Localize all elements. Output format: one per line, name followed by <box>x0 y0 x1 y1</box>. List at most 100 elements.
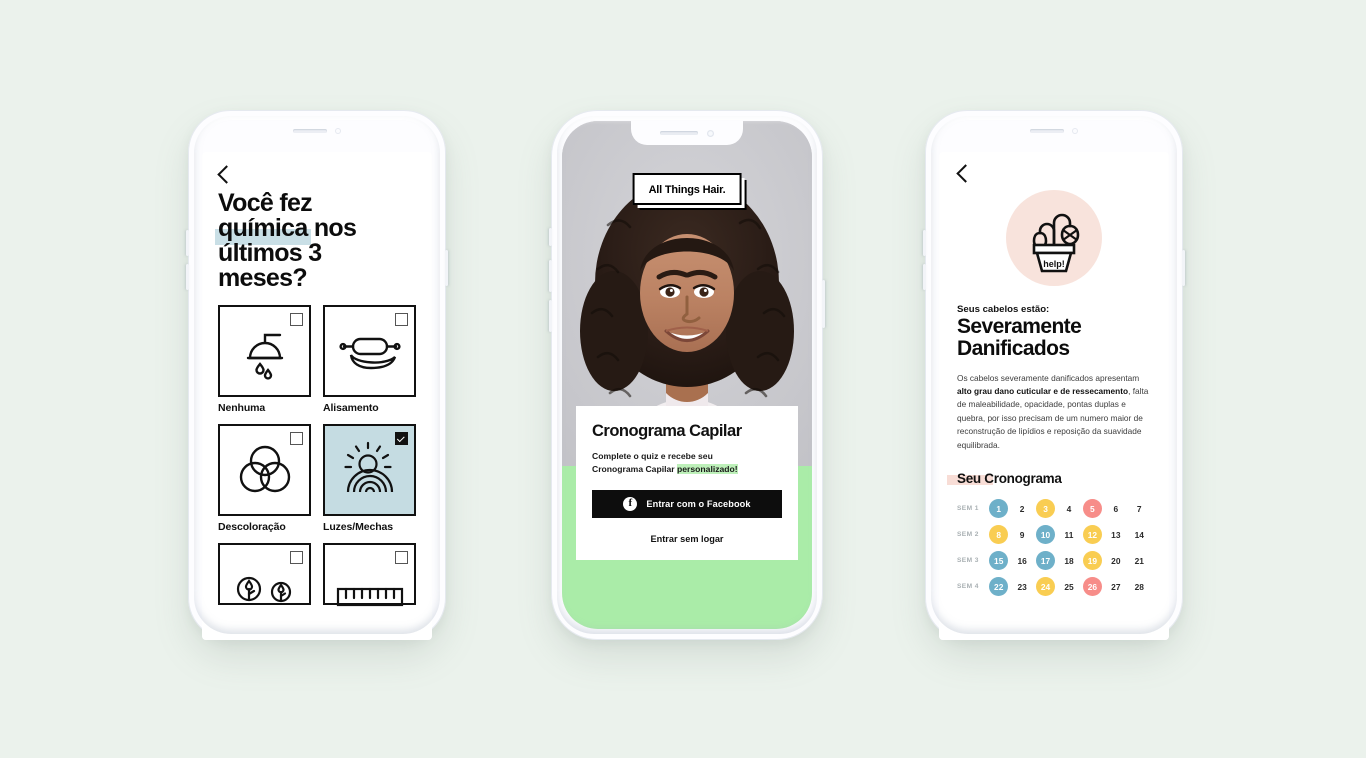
calendar-day[interactable]: 19 <box>1081 551 1104 571</box>
result-body: Os cabelos severamente danificados apres… <box>957 372 1151 453</box>
option-box[interactable] <box>323 543 416 607</box>
facebook-icon: f <box>623 496 638 511</box>
calendar-day[interactable]: 14 <box>1128 525 1151 544</box>
power-button[interactable] <box>445 250 448 286</box>
option-box[interactable] <box>218 305 311 397</box>
option-checkbox[interactable] <box>290 313 303 326</box>
option-card-partial-2[interactable] <box>323 543 416 607</box>
option-label: Luzes/Mechas <box>323 521 393 533</box>
calendar-day[interactable]: 24 <box>1034 577 1057 597</box>
option-checkbox[interactable] <box>290 432 303 445</box>
calendar-day[interactable]: 21 <box>1128 551 1151 570</box>
calendar-day[interactable]: 16 <box>1010 551 1033 570</box>
calendar-day[interactable]: 6 <box>1104 499 1127 518</box>
result-title-line-1: Severamente <box>957 315 1082 338</box>
calendar-day[interactable]: 12 <box>1081 525 1104 545</box>
calendar-day[interactable]: 25 <box>1057 577 1080 596</box>
result-screen: help! Seus cabelos estão: Severamente Da… <box>939 152 1169 640</box>
calendar-day-marked[interactable]: 22 <box>989 577 1009 597</box>
power-button[interactable] <box>822 280 825 328</box>
option-card-nenhuma[interactable]: Nenhuma <box>218 305 311 414</box>
calendar-day[interactable]: 28 <box>1128 577 1151 596</box>
back-chevron-icon[interactable] <box>956 164 975 183</box>
calendar-day[interactable]: 11 <box>1057 525 1080 544</box>
calendar-day-marked[interactable]: 10 <box>1036 525 1056 545</box>
option-box-selected[interactable] <box>323 424 416 516</box>
facebook-login-button[interactable]: f Entrar com o Facebook <box>592 489 782 518</box>
calendar-week-row: SEM 2 8 9 10 11 12 13 14 <box>957 525 1151 545</box>
calendar-day[interactable]: 17 <box>1034 551 1057 571</box>
calendar-day-marked[interactable]: 8 <box>989 525 1009 545</box>
app-logo-text: All Things Hair. <box>648 184 726 196</box>
calendar-days: 8 9 10 11 12 13 14 <box>987 525 1151 545</box>
calendar-day[interactable]: 7 <box>1128 499 1151 518</box>
calendar-day[interactable]: 13 <box>1104 525 1127 544</box>
subtitle-line-2b-highlight: personalizado! <box>677 464 738 475</box>
title-line-1: Você fez <box>218 189 313 217</box>
calendar-week-row: SEM 1 1234567 <box>957 499 1151 519</box>
option-checkbox[interactable] <box>290 551 303 564</box>
calendar-days: 1234567 <box>987 499 1151 519</box>
option-card-partial-1[interactable] <box>218 543 311 605</box>
calendar-day[interactable]: 2 <box>1010 499 1033 518</box>
option-card-alisamento[interactable]: Alisamento <box>323 305 416 414</box>
calendar-day[interactable]: 8 <box>987 525 1010 545</box>
volume-up-button[interactable] <box>549 260 552 292</box>
calendar-day-marked[interactable]: 24 <box>1036 577 1056 597</box>
calendar-week-label: SEM 4 <box>957 583 979 591</box>
wilting-plant-help-icon: help! <box>1006 190 1102 286</box>
calendar-day[interactable]: 1 <box>987 499 1010 519</box>
result-title: Severamente Danificados <box>957 315 1151 361</box>
speaker-grille-icon <box>1030 129 1064 133</box>
calendar-day-marked[interactable]: 1 <box>989 499 1009 519</box>
calendar-day[interactable]: 26 <box>1081 577 1104 597</box>
volume-up-button[interactable] <box>923 230 926 256</box>
calendar-day[interactable]: 20 <box>1104 551 1127 570</box>
phone-top-bezel <box>925 110 1183 152</box>
calendar-day-marked[interactable]: 17 <box>1036 551 1056 571</box>
back-chevron-icon[interactable] <box>217 165 236 184</box>
calendar-day[interactable]: 9 <box>1010 525 1033 544</box>
calendar-day[interactable]: 5 <box>1081 499 1104 519</box>
calendar-day[interactable]: 15 <box>987 551 1010 571</box>
calendar-day[interactable]: 10 <box>1034 525 1057 545</box>
calendar-week-label: SEM 1 <box>957 505 979 513</box>
subtitle-line-1: Complete o quiz e recebe seu <box>592 451 713 461</box>
option-box[interactable] <box>218 543 311 605</box>
option-checkbox[interactable] <box>395 551 408 564</box>
option-checkbox[interactable] <box>395 313 408 326</box>
scroll-fade <box>939 610 1169 640</box>
power-button[interactable] <box>1182 250 1185 286</box>
calendar-day-marked[interactable]: 15 <box>989 551 1009 571</box>
mute-switch[interactable] <box>549 228 552 246</box>
calendar-day[interactable]: 27 <box>1104 577 1127 596</box>
volume-down-button[interactable] <box>549 300 552 332</box>
calendar-day-marked[interactable]: 12 <box>1082 525 1102 545</box>
option-box[interactable] <box>218 424 311 516</box>
calendar-days: 22 23 24 25 26 27 28 <box>987 577 1151 597</box>
phone-device-left: Você fez química nos últimos 3 meses? Ne… <box>186 110 448 640</box>
volume-down-button[interactable] <box>923 264 926 290</box>
calendar-day[interactable]: 18 <box>1057 551 1080 570</box>
calendar-day-marked[interactable]: 26 <box>1082 577 1102 597</box>
calendar-day[interactable]: 22 <box>987 577 1010 597</box>
option-box[interactable] <box>323 305 416 397</box>
calendar-week-label: SEM 3 <box>957 557 979 565</box>
option-card-descoloracao[interactable]: Descoloração <box>218 424 311 533</box>
front-camera-icon <box>335 128 341 134</box>
calendar-day-marked[interactable]: 19 <box>1082 551 1102 571</box>
calendar-day[interactable]: 4 <box>1057 499 1080 518</box>
cronograma-calendar: SEM 1 1 2 3 4 5 6 7 SEM 2 8 9 10 11 12 13 14 SEM 3 15 16 17… <box>957 499 1151 597</box>
calendar-day[interactable]: 3 <box>1034 499 1057 519</box>
calendar-day-marked[interactable]: 5 <box>1082 499 1102 519</box>
option-card-luzes-mechas[interactable]: Luzes/Mechas <box>323 424 416 533</box>
option-checkbox-checked[interactable] <box>395 432 408 445</box>
volume-up-button[interactable] <box>186 230 189 256</box>
guest-login-link[interactable]: Entrar sem logar <box>592 534 782 544</box>
body-part-bold: alto grau dano cuticular e de ressecamen… <box>957 385 1129 396</box>
calendar-day[interactable]: 23 <box>1010 577 1033 596</box>
sun-rainbow-icon <box>337 440 403 500</box>
volume-down-button[interactable] <box>186 264 189 290</box>
calendar-day-marked[interactable]: 3 <box>1036 499 1056 519</box>
body-part-a: Os cabelos severamente danificados apres… <box>957 372 1140 383</box>
